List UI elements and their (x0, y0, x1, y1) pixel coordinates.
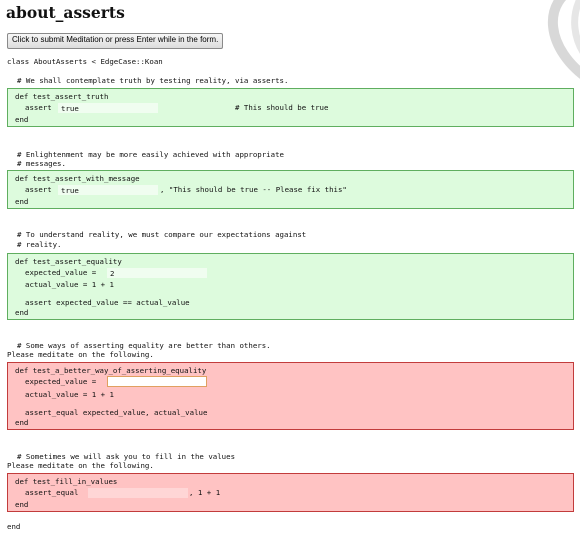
meditate-notice: Please meditate on the following. (7, 350, 154, 359)
assert-message: , "This should be true -- Please fix thi… (160, 185, 347, 194)
assert-keyword: assert (25, 103, 52, 112)
assert-keyword: assert (25, 185, 52, 194)
koan-comment: # reality. (17, 240, 62, 249)
koan-comment: # messages. (17, 159, 66, 168)
koan-end-line: end (15, 500, 29, 509)
koan-def-line: def test_assert_equality (15, 257, 122, 266)
trailing-expression: , 1 + 1 (189, 488, 221, 497)
koan-def-line: def test_a_better_way_of_asserting_equal… (15, 366, 207, 375)
submit-meditation-button[interactable]: Click to submit Meditation or press Ente… (7, 33, 224, 49)
answer-input[interactable] (88, 488, 188, 498)
answer-input[interactable] (107, 268, 207, 278)
koan-block-fill-in-values: def test_fill_in_values assert_equal , 1… (7, 473, 574, 512)
class-end-line: end (7, 522, 21, 531)
expected-value-label: expected_value = (25, 268, 97, 277)
koan-block-better-way-of-asserting-equality: def test_a_better_way_of_asserting_equal… (7, 362, 574, 430)
answer-input[interactable] (58, 103, 158, 113)
meditate-notice: Please meditate on the following. (7, 461, 154, 470)
koan-end-line: end (15, 308, 29, 317)
answer-input-active[interactable] (107, 376, 207, 387)
class-declaration: class AboutAsserts < EdgeCase::Koan (7, 57, 163, 66)
trailing-comment: # This should be true (235, 103, 329, 112)
decorative-swirl-logo (547, 0, 580, 79)
page-title: about_asserts (6, 3, 125, 22)
koan-block-assert-equality: def test_assert_equality expected_value … (7, 253, 574, 320)
koan-comment: # To understand reality, we must compare… (17, 230, 307, 239)
koan-comment: # We shall contemplate truth by testing … (17, 76, 289, 85)
koan-def-line: def test_assert_truth (15, 92, 109, 101)
assert-line: assert expected_value == actual_value (25, 298, 190, 307)
assert-line: assert_equal expected_value, actual_valu… (25, 408, 208, 417)
koan-block-assert-truth: def test_assert_truth assert # This shou… (7, 88, 574, 127)
koan-def-line: def test_fill_in_values (15, 477, 118, 486)
koan-end-line: end (15, 197, 29, 206)
koan-block-assert-with-message: def test_assert_with_message assert , "T… (7, 170, 574, 209)
koan-end-line: end (15, 418, 29, 427)
assert-equal-keyword: assert_equal (25, 488, 79, 497)
actual-value-line: actual_value = 1 + 1 (25, 390, 114, 399)
koan-def-line: def test_assert_with_message (15, 174, 140, 183)
answer-input[interactable] (58, 185, 158, 195)
expected-value-label: expected_value = (25, 377, 97, 386)
koan-end-line: end (15, 115, 29, 124)
actual-value-line: actual_value = 1 + 1 (25, 280, 114, 289)
